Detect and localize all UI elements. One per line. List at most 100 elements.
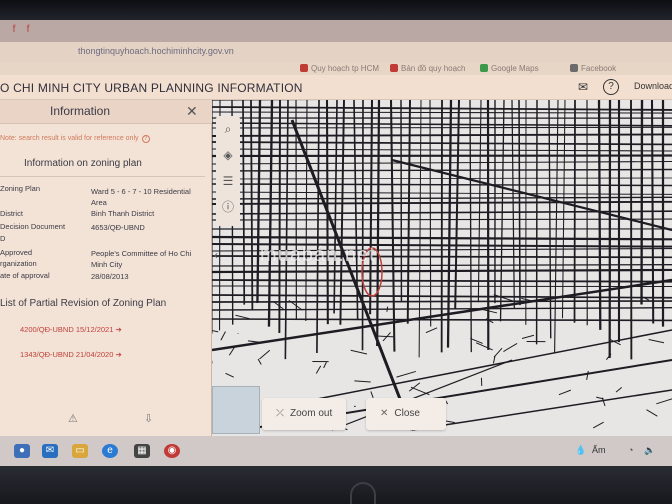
parcel-boundary — [396, 370, 416, 378]
layers-icon[interactable]: ◈ — [218, 144, 238, 166]
tab-favicon[interactable]: f — [8, 24, 20, 36]
chrome-taskbar-icon[interactable]: ● — [14, 444, 30, 458]
bookmarks-bar: Quy hoạch tp HCM Bản đồ quy hoạch Google… — [0, 62, 672, 76]
download-button[interactable]: Download A — [634, 81, 672, 91]
volume-icon[interactable]: 🔈 — [644, 445, 655, 456]
bookmark-icon — [570, 64, 578, 72]
approved-value: People's Committee of Ho Chi Minh City — [91, 249, 192, 269]
parcel-boundary — [386, 306, 389, 312]
bookmark-item[interactable]: Google Maps — [480, 64, 539, 73]
weather-icon[interactable]: 💧 — [575, 445, 586, 456]
parcel-boundary — [554, 100, 559, 353]
mail-taskbar-icon[interactable]: ✉ — [42, 444, 58, 458]
help-icon[interactable]: ? — [603, 79, 619, 95]
parcel-boundary — [370, 391, 374, 398]
parcel-boundary — [323, 361, 327, 369]
bookmark-icon — [300, 64, 308, 72]
parcel-boundary — [212, 218, 672, 221]
revision-list-title: List of Partial Revision of Zoning Plan — [0, 298, 167, 309]
parcel-boundary — [389, 100, 396, 352]
panel-header: Information ✕ — [0, 100, 212, 124]
collapse-panel-icon[interactable]: ‹ — [214, 248, 218, 262]
store-taskbar-icon[interactable]: ▦ — [134, 444, 150, 458]
search-icon[interactable]: ⌕ — [218, 118, 238, 140]
approval-date-label: ate of approval — [0, 271, 50, 280]
watermark: muabán.net — [260, 244, 376, 266]
parcel-boundary — [477, 100, 482, 303]
parcel-boundary — [316, 100, 320, 354]
close-map-button[interactable]: ✕ Close — [366, 398, 446, 430]
parcel-boundary — [315, 365, 322, 374]
weather-text[interactable]: Ấm — [592, 445, 606, 455]
zoom-out-icon: ⤫ — [276, 408, 284, 419]
parcel-boundary — [333, 100, 338, 314]
edge-taskbar-icon[interactable]: e — [102, 444, 118, 458]
parcel-boundary — [354, 380, 371, 383]
parcel-boundary — [212, 235, 672, 241]
parcel-boundary — [493, 347, 503, 358]
bookmark-item[interactable]: Bản đồ quy hoạch — [390, 64, 466, 73]
page-title: O CHI MINH CITY URBAN PLANNING INFORMATI… — [0, 81, 303, 95]
parcel-boundary — [225, 372, 234, 378]
parcel-boundary — [586, 370, 589, 380]
parcel-boundary — [423, 316, 426, 321]
download-icon[interactable]: ⇩ — [144, 412, 153, 425]
parcel-boundary — [656, 398, 672, 405]
parcel-boundary — [273, 301, 284, 310]
parcel-boundary — [257, 358, 262, 365]
parcel-boundary — [592, 421, 604, 429]
close-icon[interactable]: ✕ — [186, 103, 198, 120]
panel-title: Information — [50, 104, 111, 118]
parcel-boundary — [212, 329, 219, 333]
parcel-boundary — [499, 100, 505, 322]
url-text[interactable]: thongtinquyhoach.hochiminhcity.gov.vn — [78, 46, 234, 56]
bookmark-item[interactable]: Quy hoạch tp HCM — [300, 64, 379, 73]
parcel-boundary — [212, 177, 672, 180]
folder-taskbar-icon[interactable]: ▭ — [72, 444, 88, 458]
parcel-boundary — [410, 386, 430, 396]
question-icon: ? — [141, 135, 150, 143]
parcel-boundary — [220, 331, 226, 341]
parcel-boundary — [350, 349, 368, 355]
address-bar[interactable]: thongtinquyhoach.hochiminhcity.gov.vn — [0, 42, 672, 62]
zoning-plan-value: Ward 5 - 6 - 7 - 10 Residential Area — [91, 187, 191, 207]
parcel-boundary — [212, 196, 672, 200]
parcel-boundary — [284, 100, 289, 360]
parcel-boundary — [242, 100, 246, 305]
parcel-boundary — [212, 200, 672, 205]
laptop-bezel — [0, 466, 672, 504]
parcel-boundary — [446, 100, 453, 348]
bookmark-item[interactable]: Facebook — [570, 64, 616, 73]
windows-taskbar: ● ✉ ▭ e ▦ ◉ 💧 Ấm ◔ 🔈 — [0, 436, 672, 466]
map-canvas[interactable] — [212, 100, 672, 436]
parcel-boundary — [646, 409, 658, 417]
parcel-boundary — [521, 334, 535, 339]
mail-icon[interactable]: ✉ — [575, 79, 591, 95]
close-icon: ✕ — [380, 408, 389, 419]
bookmark-icon — [480, 64, 488, 72]
wifi-icon[interactable]: ◔ — [628, 445, 633, 455]
revision-link[interactable]: 4200/QĐ-UBND 15/12/2021 ➔ — [20, 325, 122, 334]
parcel-boundary — [212, 111, 672, 114]
minimap[interactable] — [212, 386, 260, 434]
monitor-bezel — [0, 0, 672, 20]
parcel-boundary — [469, 100, 472, 353]
revision-link[interactable]: 1343/QĐ-UBND 21/04/2020 ➔ — [20, 350, 122, 359]
organization-label: rganization — [0, 259, 37, 268]
parcel-boundary — [369, 100, 374, 315]
info-icon[interactable]: ⓘ — [218, 196, 238, 218]
zoning-map[interactable]: muabán.net — [212, 100, 672, 436]
tab-favicon[interactable]: f — [22, 24, 34, 36]
zoom-out-button[interactable]: ⤫ Zoom out — [262, 398, 347, 430]
parcel-boundary — [212, 318, 672, 322]
arrow-right-icon: ➔ — [115, 350, 122, 359]
parcel-boundary — [454, 100, 460, 310]
decision-document-label: Decision Document — [0, 222, 66, 231]
divider — [0, 176, 205, 177]
warning-icon[interactable]: ⚠ — [68, 412, 78, 425]
app-taskbar-icon[interactable]: ◉ — [164, 444, 180, 458]
list-icon[interactable]: ☰ — [218, 170, 238, 192]
parcel-boundary — [235, 314, 250, 320]
approval-date-value: 28/08/2013 — [91, 272, 129, 281]
parcel-boundary — [511, 100, 515, 309]
